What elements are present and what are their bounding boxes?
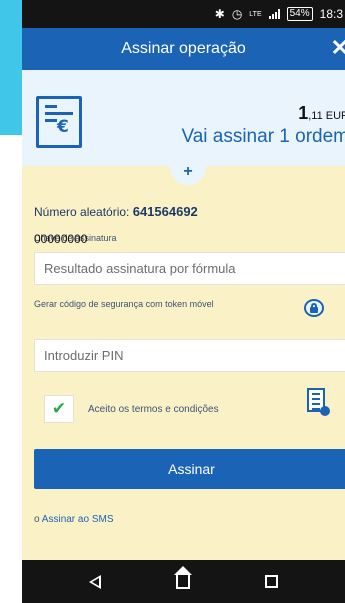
signature-form: Número aleatório: 641564692 Chave de ass… (22, 166, 345, 560)
sms-prefix: o (34, 514, 42, 525)
orders-text: Vai assinar 1 ordem (181, 126, 345, 147)
battery-indicator: 54% (286, 7, 313, 21)
amount-decimal: ,11 EUR (308, 110, 345, 122)
sms-sign-link[interactable]: Assinar ao SMS (42, 514, 114, 525)
amount-main: 1 (298, 103, 309, 123)
app-header: Assinar operação ✕ (22, 28, 345, 70)
page-title: Assinar operação (121, 40, 246, 57)
back-nav-icon[interactable] (89, 574, 102, 589)
network-type: LTE (249, 10, 262, 18)
amount: 1,11 EUR (298, 103, 345, 124)
sign-button[interactable]: Assinar (34, 449, 345, 489)
status-bar: ✱ ◷ LTE 54% 18:3 (22, 0, 345, 28)
signature-result-field[interactable]: Resultado assinatura por fórmula (34, 252, 345, 285)
operation-summary: € 1,11 EUR Vai assinar 1 ordem (22, 70, 345, 166)
sms-link-row: o Assinar ao SMS (34, 514, 114, 525)
terms-checkbox[interactable]: ✔ (44, 395, 74, 423)
terms-label: Aceito os termos e condições (88, 404, 219, 415)
document-euro-icon: € (36, 96, 82, 148)
android-nav-bar (22, 560, 345, 603)
signal-icon (268, 9, 280, 19)
bluetooth-icon: ✱ (214, 7, 225, 21)
random-number: Número aleatório: 641564692 (34, 204, 198, 219)
token-label: Gerar código de segurança com token móve… (34, 299, 214, 309)
close-icon[interactable]: ✕ (331, 37, 345, 59)
home-nav-icon[interactable] (173, 565, 192, 589)
lock-icon[interactable] (304, 299, 324, 317)
recents-nav-icon[interactable] (264, 575, 278, 588)
alarm-icon: ◷ (231, 7, 243, 21)
terms-document-icon[interactable] (307, 388, 330, 416)
pin-input[interactable]: Introduzir PIN (34, 339, 345, 372)
random-value: 641564692 (132, 204, 198, 219)
random-label: Número aleatório: (34, 205, 133, 219)
phone-screen: ✱ ◷ LTE 54% 18:3 Assinar operação ✕ € 1,… (22, 0, 345, 603)
token-code: 00000000 (34, 232, 88, 246)
status-time: 18:3 (319, 7, 343, 21)
checkmark-icon: ✔ (51, 399, 67, 419)
